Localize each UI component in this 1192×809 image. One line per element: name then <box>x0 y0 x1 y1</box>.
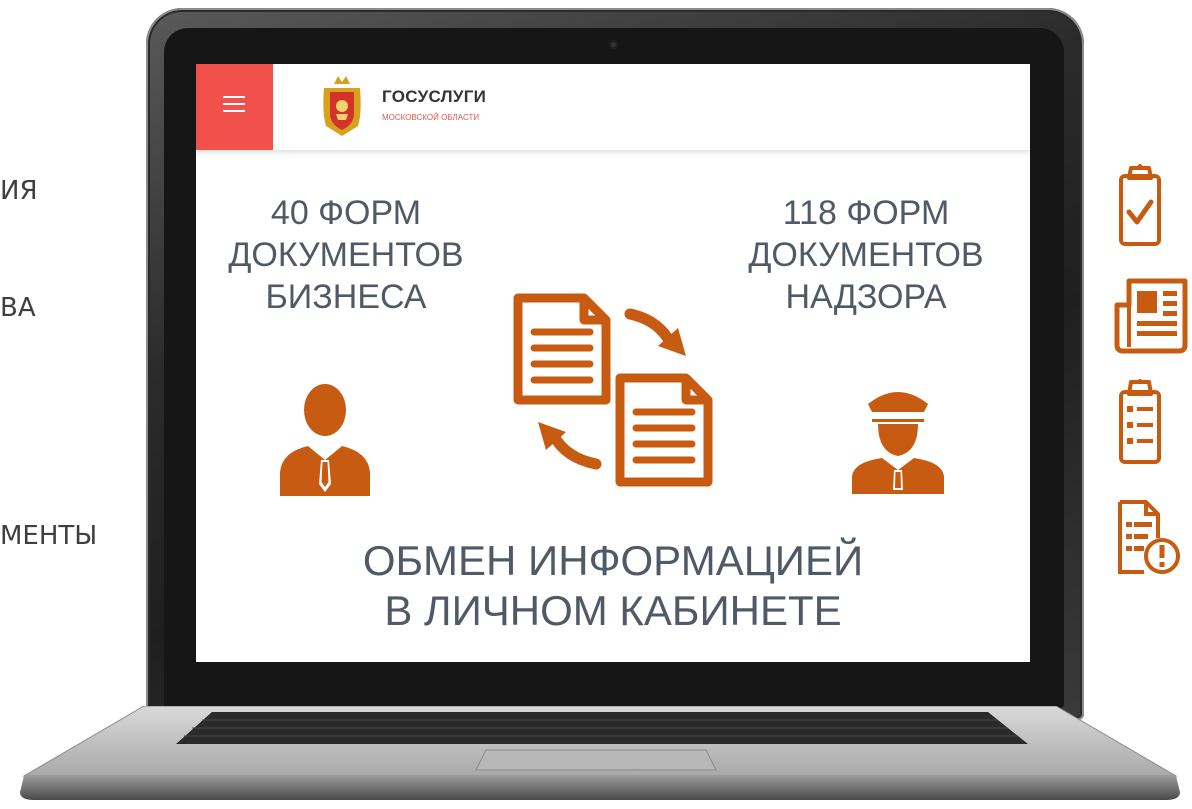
exchange-caption: ОБМЕН ИНФОРМАЦИЕЙ В ЛИЧНОМ КАБИНЕТЕ <box>256 536 970 636</box>
document-warning-icon <box>1118 500 1180 574</box>
laptop-keyboard-base <box>20 706 1180 800</box>
heading-line: ДОКУМЕНТОВ <box>228 236 464 274</box>
businessman-icon <box>280 384 370 496</box>
hamburger-icon-line <box>223 96 245 98</box>
brand-title[interactable]: ГОСУСЛУГИ <box>382 87 486 107</box>
heading-line: БИЗНЕСА <box>265 278 427 316</box>
brand-subtitle: МОСКОВСКОЙ ОБЛАСТИ <box>382 113 480 122</box>
supervision-forms-heading: 118 ФОРМ ДОКУМЕНТОВ НАДЗОРА <box>716 192 1016 318</box>
heading-line: 40 ФОРМ <box>270 194 422 232</box>
left-text-2: ВА <box>0 293 36 323</box>
hamburger-icon-line <box>223 103 245 105</box>
police-inspector-icon <box>852 392 944 494</box>
hamburger-icon-line <box>223 110 245 112</box>
document-exchange-icon <box>513 293 713 487</box>
left-text-3: МЕНТЫ <box>0 521 98 551</box>
app-screen: ГОСУСЛУГИ МОСКОВСКОЙ ОБЛАСТИ 40 ФОРМ ДОК… <box>196 64 1030 662</box>
coat-of-arms-icon[interactable] <box>320 74 364 138</box>
heading-line: ДОКУМЕНТОВ <box>748 236 984 274</box>
clipboard-check-icon <box>1119 164 1161 246</box>
menu-button[interactable] <box>196 64 273 150</box>
clipboard-list-icon <box>1119 379 1161 464</box>
caption-line: В ЛИЧНОМ КАБИНЕТЕ <box>384 587 842 634</box>
business-forms-heading: 40 ФОРМ ДОКУМЕНТОВ БИЗНЕСА <box>196 192 496 318</box>
caption-line: ОБМЕН ИНФОРМАЦИЕЙ <box>362 537 864 584</box>
left-text-1: ИЯ <box>0 176 38 206</box>
site-header: ГОСУСЛУГИ МОСКОВСКОЙ ОБЛАСТИ <box>196 64 1030 150</box>
heading-line: 118 ФОРМ <box>782 194 950 232</box>
heading-line: НАДЗОРА <box>785 278 947 316</box>
newspaper-icon <box>1114 278 1188 354</box>
webcam-icon <box>609 40 618 49</box>
